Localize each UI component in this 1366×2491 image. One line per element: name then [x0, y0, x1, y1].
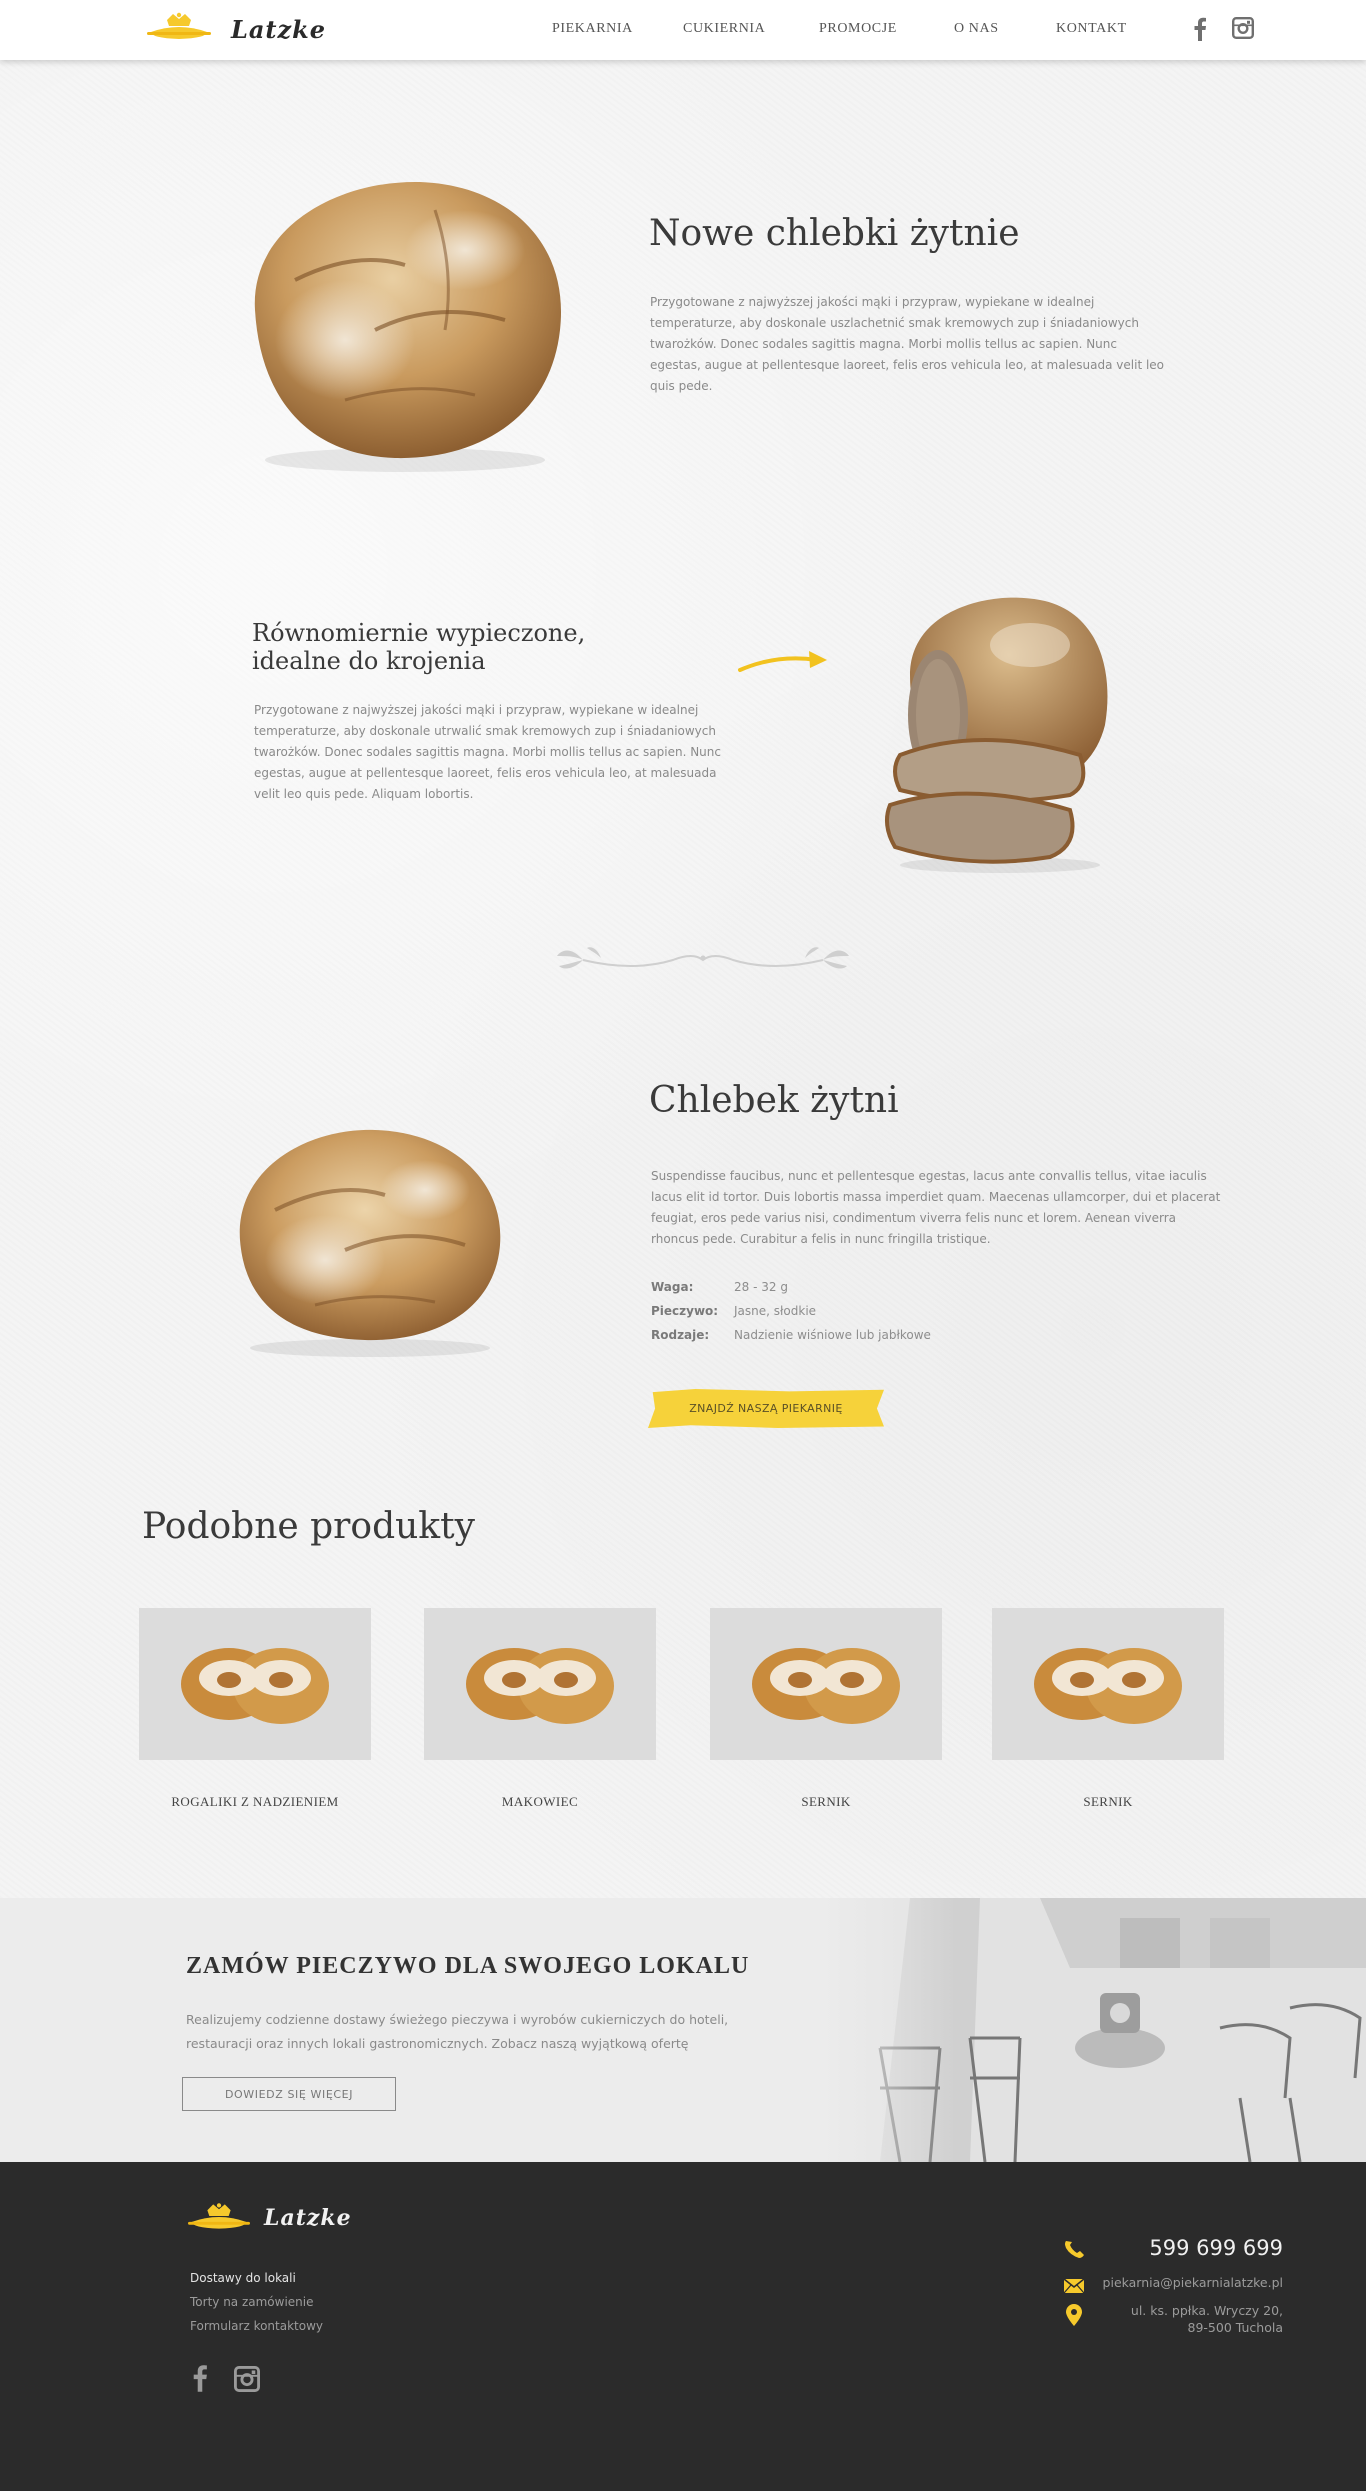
croissant-image	[1034, 1648, 1182, 1724]
spec-row-bread-type: Pieczywo: Jasne, słodkie	[651, 1304, 1001, 1328]
hero-text: Przygotowane z najwyższej jakości mąki i…	[650, 295, 1165, 393]
footer-link-contact-form[interactable]: Formularz kontaktowy	[190, 2314, 323, 2338]
facebook-icon[interactable]	[1193, 17, 1207, 41]
footer-address: ul. ks. ppłka. Wryczy 20, 89-500 Tuchola	[1131, 2302, 1283, 2336]
arrow-icon	[738, 651, 827, 672]
map-pin-icon	[1066, 2304, 1082, 2326]
product-title: Chlebek żytni	[649, 1080, 899, 1121]
footer-facebook-icon[interactable]	[192, 2364, 208, 2392]
hero-title: Nowe chlebki żytnie	[649, 213, 1020, 254]
product-text: Suspendisse faucibus, nunc et pellentesq…	[651, 1169, 1221, 1246]
rye-bread-image	[254, 181, 562, 472]
nav-item-o-nas[interactable]: O NAS	[954, 21, 999, 37]
sliced-bread-image	[884, 597, 1108, 873]
mail-icon	[1064, 2279, 1084, 2293]
nav-item-promocje[interactable]: PROMOCJE	[819, 21, 897, 37]
instagram-icon[interactable]	[1232, 17, 1254, 39]
crown-icon	[188, 2203, 250, 2229]
wholesale-banner: ZAMÓW PIECZYWO DLA SWOJEGO LOKALU Realiz…	[0, 1898, 1366, 2162]
footer-brand-logo[interactable]: Latzke	[188, 2200, 368, 2244]
croissant-image	[466, 1648, 614, 1724]
footer-email[interactable]: piekarnia@piekarnialatzke.pl	[1103, 2275, 1283, 2290]
main-nav: PIEKARNIA CUKIERNIA PROMOCJE O NAS KONTA…	[0, 21, 1366, 41]
nav-item-piekarnia[interactable]: PIEKARNIA	[552, 21, 633, 37]
banner-text: Realizujemy codzienne dostawy świeżego p…	[186, 2012, 729, 2051]
site-footer: Latzke Dostawy do lokali Torty na zamówi…	[0, 2162, 1366, 2491]
spec-value: Jasne, słodkie	[734, 1304, 817, 1318]
product-thumbnail[interactable]	[139, 1608, 371, 1760]
footer-instagram-icon[interactable]	[234, 2366, 260, 2392]
spec-value: Nadzienie wiśniowe lub jabłkowe	[734, 1328, 931, 1342]
nav-item-cukiernia[interactable]: CUKIERNIA	[683, 21, 765, 37]
footer-phone[interactable]: 599 699 699	[1149, 2236, 1283, 2260]
croissant-image	[752, 1648, 900, 1724]
product-name[interactable]: SERNIK	[992, 1794, 1224, 1810]
feature-title-line2: idealne do krojenia	[252, 647, 486, 675]
croissant-image	[181, 1648, 329, 1724]
address-line1: ul. ks. ppłka. Wryczy 20,	[1130, 2303, 1283, 2318]
spec-label: Waga:	[651, 1280, 694, 1294]
spec-row-weight: Waga: 28 - 32 g	[651, 1280, 1001, 1304]
spec-label: Rodzaje:	[651, 1328, 710, 1342]
product-name[interactable]: ROGALIKI Z NADZIENIEM	[139, 1794, 371, 1810]
product-card[interactable]: MAKOWIEC	[424, 1608, 656, 1809]
product-thumbnail[interactable]	[710, 1608, 942, 1760]
spec-value: 28 - 32 g	[734, 1280, 788, 1294]
ornament-divider-icon	[557, 947, 849, 969]
phone-icon	[1065, 2241, 1084, 2258]
restaurant-interior-image	[820, 1898, 1366, 2162]
product-name[interactable]: SERNIK	[710, 1794, 942, 1810]
nav-item-kontakt[interactable]: KONTAKT	[1056, 21, 1127, 37]
address-line2: 89-500 Tuchola	[1187, 2320, 1283, 2335]
spec-row-variants: Rodzaje: Nadzienie wiśniowe lub jabłkowe	[651, 1328, 1001, 1352]
product-card[interactable]: ROGALIKI Z NADZIENIEM	[139, 1608, 371, 1809]
product-specs: Waga: 28 - 32 g Pieczywo: Jasne, słodkie…	[651, 1280, 1001, 1352]
footer-links: Dostawy do lokali Torty na zamówienie Fo…	[190, 2266, 323, 2338]
product-thumbnail[interactable]	[424, 1608, 656, 1760]
product-name[interactable]: MAKOWIEC	[424, 1794, 656, 1810]
product-card[interactable]: SERNIK	[710, 1608, 942, 1809]
footer-brand-name: Latzke	[264, 2205, 352, 2231]
site-header: Latzke PIEKARNIA CUKIERNIA PROMOCJE O NA…	[0, 0, 1366, 60]
feature-text: Przygotowane z najwyższej jakości mąki i…	[254, 703, 721, 801]
footer-link-cakes[interactable]: Torty na zamówienie	[190, 2290, 323, 2314]
feature-title-line1: Równomiernie wypieczone,	[252, 619, 586, 647]
spec-label: Pieczywo:	[651, 1304, 719, 1318]
product-thumbnail[interactable]	[992, 1608, 1224, 1760]
product-bread-image	[239, 1129, 501, 1357]
product-card[interactable]: SERNIK	[992, 1608, 1224, 1809]
banner-title: ZAMÓW PIECZYWO DLA SWOJEGO LOKALU	[186, 1953, 750, 1979]
footer-link-deliveries[interactable]: Dostawy do lokali	[190, 2266, 323, 2290]
find-bakery-button[interactable]: ZNAJDŹ NASZĄ PIEKARNIĘ	[648, 1389, 884, 1428]
learn-more-button[interactable]: DOWIEDZ SIĘ WIĘCEJ	[182, 2077, 396, 2111]
similar-title: Podobne produkty	[142, 1506, 475, 1547]
